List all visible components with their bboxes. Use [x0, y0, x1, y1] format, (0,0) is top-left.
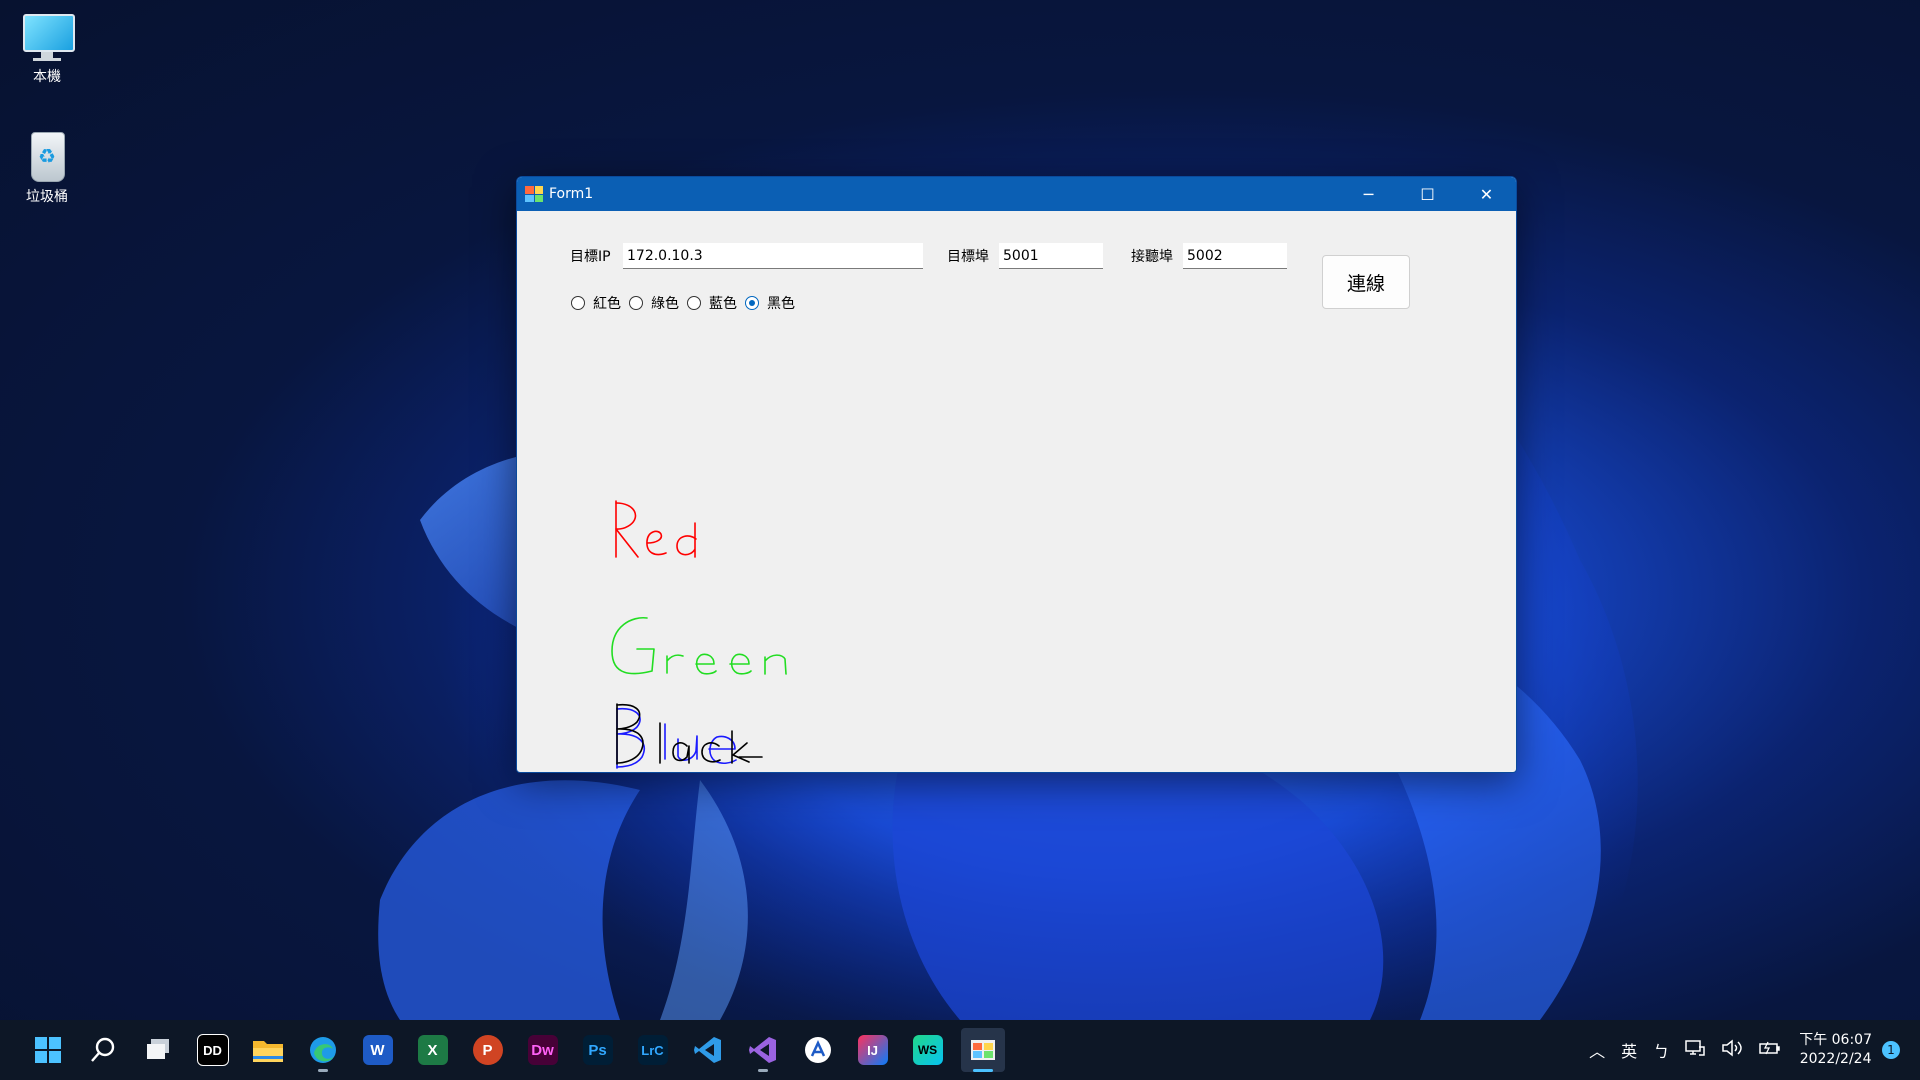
search-button[interactable] — [81, 1028, 125, 1072]
radio-label: 藍色 — [709, 296, 737, 312]
visual-studio-icon — [748, 1037, 776, 1063]
connect-button[interactable]: 連線 — [1322, 255, 1410, 309]
intellij-icon: IJ — [857, 1035, 888, 1065]
system-tray: ︿ 英 ㄅ 下午 06:07 2022/2/24 1 — [1581, 1020, 1920, 1080]
form-app-icon — [970, 1040, 995, 1060]
start-button[interactable] — [26, 1028, 70, 1072]
task-view-icon — [146, 1039, 169, 1059]
windows-start-icon — [34, 1037, 61, 1063]
stroke-black — [616, 703, 763, 765]
listen-port-label: 接聽埠 — [1131, 249, 1173, 265]
maximize-button[interactable]: ☐ — [1398, 177, 1457, 211]
running-indicator — [317, 1069, 328, 1072]
radio-blue[interactable]: 藍色 — [687, 293, 737, 313]
desktop-icon-label: 本機 — [33, 69, 61, 85]
radio-button-checked[interactable] — [745, 296, 759, 310]
powerpoint-app[interactable]: P — [466, 1028, 510, 1072]
webstorm-app[interactable]: WS — [906, 1028, 950, 1072]
network-icon[interactable] — [1685, 1039, 1705, 1061]
vscode-app[interactable] — [686, 1028, 730, 1072]
dolby-icon: DD — [196, 1034, 229, 1066]
task-view-button[interactable] — [136, 1028, 180, 1072]
desktop-icon-recycle-bin[interactable]: ♻ 垃圾桶 — [7, 130, 87, 206]
photoshop-icon: Ps — [582, 1035, 613, 1065]
target-ip-input[interactable]: 172.0.10.3 — [623, 243, 923, 269]
chevron-up-icon[interactable]: ︿ — [1589, 1038, 1605, 1062]
dreamweaver-icon: Dw — [527, 1035, 558, 1065]
lightroom-icon: LrC — [637, 1035, 668, 1065]
running-indicator — [757, 1069, 768, 1072]
radio-button[interactable] — [571, 296, 585, 310]
edge-app[interactable] — [301, 1028, 345, 1072]
dolby-app[interactable]: DD — [191, 1028, 235, 1072]
vscode-icon — [693, 1037, 721, 1063]
radio-label: 綠色 — [651, 296, 679, 312]
radio-button[interactable] — [629, 296, 643, 310]
folder-icon — [252, 1041, 283, 1062]
desktop-icon-label: 垃圾桶 — [26, 189, 68, 205]
form-client-area: 目標IP 172.0.10.3 目標埠 5001 接聽埠 5002 連線 紅色 … — [517, 211, 1516, 770]
word-app[interactable]: W — [356, 1028, 400, 1072]
title-bar[interactable]: Form1 ─ ☐ ✕ — [517, 177, 1516, 211]
recycle-bin-icon: ♻ — [19, 130, 75, 182]
listen-port-input[interactable]: 5002 — [1183, 243, 1287, 269]
word-icon: W — [362, 1035, 393, 1065]
running-indicator — [972, 1069, 993, 1072]
taskbar: DD W X P Dw Ps LrC IJ WS ︿ 英 ㄅ 下午 06:07 … — [0, 1020, 1920, 1080]
clock-date: 2022/2/24 — [1799, 1051, 1872, 1067]
close-button[interactable]: ✕ — [1457, 177, 1516, 211]
radio-black[interactable]: 黑色 — [745, 293, 795, 313]
app-a[interactable] — [796, 1028, 840, 1072]
file-explorer-app[interactable] — [246, 1028, 290, 1072]
drawing-canvas[interactable] — [517, 331, 1516, 770]
search-icon — [90, 1037, 114, 1062]
target-port-input[interactable]: 5001 — [999, 243, 1103, 269]
edge-icon — [309, 1037, 336, 1063]
photoshop-app[interactable]: Ps — [576, 1028, 620, 1072]
app-circle-icon — [804, 1037, 831, 1063]
stroke-green — [611, 617, 787, 675]
form1-app[interactable] — [960, 1028, 1005, 1072]
computer-icon — [19, 10, 75, 62]
ime-mode[interactable]: ㄅ — [1653, 1038, 1669, 1062]
taskbar-apps: DD W X P Dw Ps LrC IJ WS — [20, 1028, 1010, 1072]
window-title: Form1 — [549, 186, 594, 202]
color-radio-group: 紅色 綠色 藍色 黑色 — [571, 293, 803, 313]
battery-icon[interactable] — [1759, 1039, 1781, 1061]
notification-badge[interactable]: 1 — [1882, 1041, 1900, 1059]
webstorm-icon: WS — [912, 1035, 943, 1065]
taskbar-clock[interactable]: 下午 06:07 2022/2/24 — [1799, 1031, 1872, 1069]
form-app-icon — [525, 186, 543, 202]
visual-studio-app[interactable] — [741, 1028, 785, 1072]
volume-icon[interactable] — [1721, 1039, 1743, 1061]
radio-label: 黑色 — [767, 296, 795, 312]
clock-time: 下午 06:07 — [1799, 1032, 1872, 1048]
powerpoint-icon: P — [472, 1035, 503, 1065]
excel-app[interactable]: X — [411, 1028, 455, 1072]
ime-language[interactable]: 英 — [1621, 1038, 1637, 1062]
radio-green[interactable]: 綠色 — [629, 293, 679, 313]
minimize-button[interactable]: ─ — [1339, 177, 1398, 211]
excel-icon: X — [417, 1035, 448, 1065]
radio-button[interactable] — [687, 296, 701, 310]
target-ip-label: 目標IP — [570, 249, 611, 265]
radio-label: 紅色 — [593, 296, 621, 312]
stroke-red — [615, 500, 697, 558]
dreamweaver-app[interactable]: Dw — [521, 1028, 565, 1072]
desktop-icon-this-pc[interactable]: 本機 — [7, 10, 87, 86]
target-port-label: 目標埠 — [947, 249, 989, 265]
lightroom-app[interactable]: LrC — [631, 1028, 675, 1072]
radio-red[interactable]: 紅色 — [571, 293, 621, 313]
intellij-app[interactable]: IJ — [851, 1028, 895, 1072]
form1-window: Form1 ─ ☐ ✕ 目標IP 172.0.10.3 目標埠 5001 接聽埠… — [516, 176, 1517, 773]
